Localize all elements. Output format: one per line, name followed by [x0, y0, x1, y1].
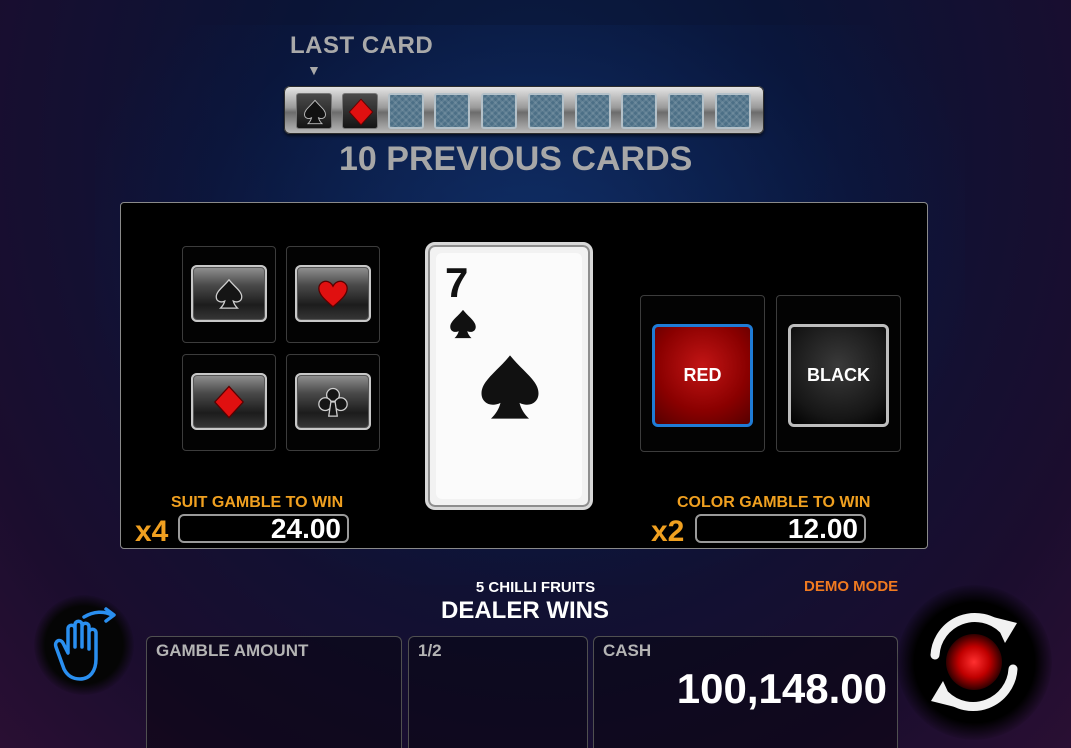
- gamble-amount-box: GAMBLE AMOUNT: [146, 636, 402, 748]
- history-card-back: [621, 93, 657, 129]
- step-label: 1/2: [418, 641, 442, 660]
- result-message: DEALER WINS: [441, 597, 609, 624]
- last-card-arrow-icon: ▼: [307, 62, 321, 78]
- spin-button[interactable]: [897, 585, 1052, 740]
- history-card-back: [434, 93, 470, 129]
- club-suit-button[interactable]: [295, 373, 371, 430]
- history-card-back: [715, 93, 751, 129]
- club-icon: [318, 387, 348, 417]
- card-corner-spade-icon: [450, 309, 476, 339]
- red-button[interactable]: RED: [652, 324, 753, 427]
- color-gamble-multiplier: x2: [651, 515, 685, 548]
- refresh-icon: [930, 612, 1018, 712]
- heart-icon: [318, 280, 348, 308]
- cash-value: 100,148.00: [676, 665, 887, 712]
- history-card-back: [481, 93, 517, 129]
- color-slot-black: BLACK: [776, 295, 901, 452]
- suit-slot-spade: [182, 246, 276, 343]
- suit-slot-club: [286, 354, 380, 451]
- history-card-back: [388, 93, 424, 129]
- step-box: 1/2: [408, 636, 588, 748]
- card-center-spade-icon: [481, 355, 539, 419]
- gamble-amount-label: GAMBLE AMOUNT: [156, 641, 309, 660]
- black-button[interactable]: BLACK: [788, 324, 889, 427]
- current-card: 7: [425, 242, 593, 510]
- heart-suit-button[interactable]: [295, 265, 371, 322]
- spade-icon: [215, 278, 243, 309]
- game-name: 5 CHILLI FRUITS: [475, 579, 596, 596]
- suit-gamble-amount: 24.00: [178, 514, 349, 543]
- current-card-rank: 7: [445, 259, 469, 306]
- demo-mode-label: DEMO MODE: [804, 578, 899, 595]
- history-card-spade: [296, 93, 332, 129]
- cash-label: CASH: [603, 641, 652, 660]
- cash-box: CASH 100,148.00: [593, 636, 898, 748]
- previous-cards-label: 10 PREVIOUS CARDS: [339, 140, 693, 178]
- spade-suit-button[interactable]: [191, 265, 267, 322]
- suit-slot-diamond: [182, 354, 276, 451]
- suit-gamble-multiplier: x4: [135, 515, 169, 548]
- hand-swipe-icon: [53, 607, 116, 681]
- diamond-icon: [213, 385, 245, 419]
- diamond-suit-button[interactable]: [191, 373, 267, 430]
- suit-gamble-label: SUIT GAMBLE TO WIN: [171, 494, 344, 511]
- history-card-diamond: [342, 93, 378, 129]
- color-gamble-amount: 12.00: [695, 514, 866, 543]
- history-card-back: [575, 93, 611, 129]
- card-history-bar: [284, 86, 764, 134]
- suit-slot-heart: [286, 246, 380, 343]
- color-slot-red: RED: [640, 295, 765, 452]
- gamble-panel: 7 RED BLACK SUIT GAMBLE TO WIN x4 24.00 …: [120, 202, 928, 549]
- history-card-back: [528, 93, 564, 129]
- history-card-back: [668, 93, 704, 129]
- color-gamble-label: COLOR GAMBLE TO WIN: [677, 494, 871, 511]
- last-card-label: LAST CARD: [290, 32, 434, 59]
- collect-button[interactable]: [34, 595, 134, 695]
